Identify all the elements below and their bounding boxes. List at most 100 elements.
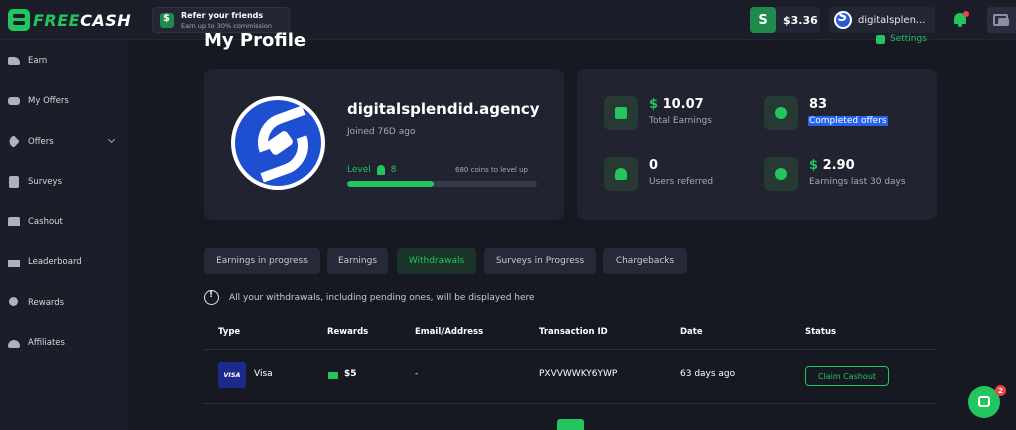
sidebar-item-label: Earn <box>28 56 48 66</box>
settings-label: Settings <box>890 34 927 44</box>
stat-value: 83 <box>809 97 828 112</box>
cash-icon <box>328 372 338 379</box>
row-type: Visa <box>254 369 273 379</box>
wallet-icon <box>604 96 638 130</box>
freecash-logo[interactable]: FREECASH <box>8 9 131 31</box>
row-transaction-id: PXVVWWKY6YWP <box>539 369 618 379</box>
tab-earnings[interactable]: Earnings <box>327 248 388 274</box>
logo-text: FREECASH <box>33 10 132 30</box>
sidebar-item-label: Surveys <box>28 177 62 187</box>
claim-cashout-button[interactable]: Claim Cashout <box>805 366 889 386</box>
sidebar-item-offers[interactable]: Offers <box>0 132 128 152</box>
visa-icon: VISA <box>218 362 246 388</box>
freecash-logo-icon <box>8 9 30 31</box>
sidebar-item-label: Affiliates <box>28 338 65 348</box>
avatar <box>834 11 852 29</box>
table-header-type: Type <box>218 327 241 337</box>
chevron-down-icon[interactable] <box>107 135 116 144</box>
sidebar-item-surveys[interactable]: Surveys <box>0 172 128 192</box>
stat-label: Completed offers <box>808 116 888 126</box>
tab-chargebacks[interactable]: Chargebacks <box>603 248 687 274</box>
profile-level: Level 8 <box>347 165 397 175</box>
profile-card: digitalsplendid.agency Joined 76D ago Le… <box>204 69 564 220</box>
notification-bell-icon[interactable] <box>953 11 969 27</box>
clipboard-icon <box>9 176 19 188</box>
level-progress-bar <box>347 181 537 187</box>
username: digitalsplen... <box>858 14 926 26</box>
page-title: My Profile <box>204 30 307 51</box>
stat-label: Earnings last 30 days <box>809 177 906 187</box>
sidebar-item-label: My Offers <box>28 96 69 106</box>
podium-icon <box>8 256 20 267</box>
coins-to-level: 680 coins to level up <box>455 166 528 174</box>
users-icon <box>8 340 20 348</box>
tab-earnings-in-progress[interactable]: Earnings in progress <box>204 248 320 274</box>
withdrawals-info: All your withdrawals, including pending … <box>204 290 535 305</box>
tab-surveys-in-progress[interactable]: Surveys in Progress <box>484 248 596 274</box>
table-header-transaction-id: Transaction ID <box>539 327 608 337</box>
table-header-date: Date <box>680 327 703 337</box>
sidebar-item-rewards[interactable]: Rewards <box>0 293 128 313</box>
row-address: - <box>415 369 419 379</box>
sidebar-item-affiliates[interactable]: Affiliates <box>0 333 128 353</box>
medal-icon <box>376 165 385 175</box>
clock-icon <box>764 157 798 191</box>
level-value: 8 <box>390 165 397 175</box>
sidebar-item-label: Cashout <box>28 217 63 227</box>
gamepad-icon <box>8 97 20 105</box>
notification-dot <box>963 11 969 17</box>
chat-icon <box>978 396 990 407</box>
sidebar: Earn My Offers Offers Surveys Cashout Le… <box>0 41 128 430</box>
user-menu-button[interactable]: digitalsplen... <box>829 7 935 33</box>
stat-users-referred: 0 Users referred <box>604 157 774 193</box>
stat-label: Total Earnings <box>649 116 712 126</box>
stat-earnings-30-days: $ 2.90 Earnings last 30 days <box>764 157 934 193</box>
table-header-status: Status <box>805 327 837 337</box>
balance-button[interactable]: S $3.36 <box>750 7 820 33</box>
load-more-button[interactable] <box>557 419 584 430</box>
money-bag-icon <box>160 13 174 28</box>
table-divider <box>204 403 937 404</box>
profile-joined: Joined 76D ago <box>347 127 416 137</box>
sidebar-item-cashout[interactable]: Cashout <box>0 212 128 232</box>
table-header-address: Email/Address <box>415 327 484 337</box>
tab-withdrawals[interactable]: Withdrawals <box>397 248 476 274</box>
table-header-rewards: Rewards <box>327 327 369 337</box>
gear-icon <box>876 34 885 44</box>
stat-value: 0 <box>649 158 659 173</box>
stat-completed-offers: 83 Completed offers <box>764 96 934 132</box>
balance-amount: $3.36 <box>783 13 818 27</box>
sidebar-item-earn[interactable]: Earn <box>0 51 128 71</box>
info-icon <box>204 290 219 305</box>
store-icon <box>8 217 20 226</box>
level-label: Level <box>347 165 371 175</box>
stats-card: $ 10.07 Total Earnings 83 Completed offe… <box>577 69 937 220</box>
level-progress-fill <box>347 181 435 187</box>
settings-link[interactable]: Settings <box>876 34 927 44</box>
info-text: All your withdrawals, including pending … <box>229 292 535 303</box>
sidebar-item-label: Leaderboard <box>28 257 82 267</box>
stat-total-earnings: $ 10.07 Total Earnings <box>604 96 774 132</box>
chat-unread-badge: 2 <box>995 385 1006 396</box>
tag-icon <box>7 135 20 148</box>
stat-label: Users referred <box>649 177 714 187</box>
check-badge-icon <box>764 96 798 130</box>
sidebar-item-label: Offers <box>28 137 54 147</box>
sidebar-item-leaderboard[interactable]: Leaderboard <box>0 252 128 272</box>
refer-subtitle: Earn up to 30% commission <box>181 22 272 30</box>
row-date: 63 days ago <box>680 369 736 379</box>
sidebar-item-label: Rewards <box>28 298 65 308</box>
medal-icon <box>9 297 18 306</box>
profile-name: digitalsplendid.agency <box>347 100 540 118</box>
cash-logo-icon: S <box>750 7 776 33</box>
chat-toggle-icon[interactable] <box>987 7 1016 33</box>
table-divider <box>204 349 937 350</box>
stat-value: $ 2.90 <box>809 158 855 173</box>
users-icon <box>604 157 638 191</box>
row-reward: $5 <box>344 369 357 379</box>
sidebar-item-my-offers[interactable]: My Offers <box>0 91 128 111</box>
avatar <box>231 96 325 190</box>
stat-value: $ 10.07 <box>649 97 704 112</box>
top-bar: FREECASH Refer your friends Earn up to 3… <box>0 0 1016 40</box>
earn-icon <box>8 57 20 65</box>
